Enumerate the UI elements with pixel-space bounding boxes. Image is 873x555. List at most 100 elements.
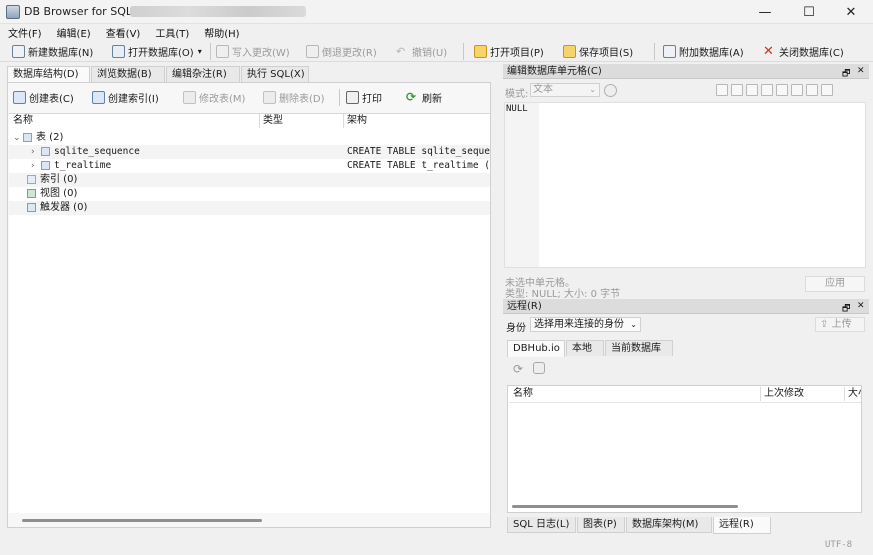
- column-divider[interactable]: [844, 387, 845, 401]
- write-changes-icon: [216, 45, 229, 58]
- horizontal-scrollbar[interactable]: [512, 505, 738, 508]
- edit-cell-title: 编辑数据库单元格(C): [507, 66, 602, 77]
- tab-browse-data[interactable]: 浏览数据(B): [91, 66, 165, 82]
- column-divider[interactable]: [259, 114, 260, 128]
- tree-row-t-realtime[interactable]: › t_realtime CREATE TABLE t_realtime (ID: [9, 159, 490, 173]
- import-icon[interactable]: [716, 84, 728, 96]
- write-changes-label: 写入更改(W): [232, 48, 290, 59]
- column-header-name[interactable]: 名称: [13, 114, 33, 128]
- open-database-dropdown-icon[interactable]: ▾: [198, 47, 202, 56]
- print-button[interactable]: 打印: [346, 89, 382, 106]
- tree-row-tables[interactable]: ⌄ 表 (2): [9, 131, 490, 145]
- open-external-icon[interactable]: [776, 84, 788, 96]
- mode-select[interactable]: 文本 ⌄: [530, 83, 600, 97]
- new-database-button[interactable]: 新建数据库(N): [12, 43, 93, 60]
- mode-value: 文本: [533, 84, 553, 95]
- float-panel-icon[interactable]: 🗗: [842, 66, 850, 82]
- remote-title: 远程(R): [507, 301, 542, 312]
- toolbar-separator: [654, 43, 655, 60]
- tab-current-database[interactable]: 当前数据库: [605, 340, 673, 356]
- attach-database-label: 附加数据库(A): [679, 48, 744, 59]
- create-table-label: 创建表(C): [29, 94, 74, 105]
- float-panel-icon[interactable]: 🗗: [842, 301, 850, 317]
- revert-changes-button[interactable]: 倒退更改(R): [306, 43, 377, 60]
- refresh-icon[interactable]: ⟳: [513, 362, 523, 376]
- tab-local[interactable]: 本地: [566, 340, 604, 356]
- minimize-button[interactable]: —: [743, 0, 787, 24]
- apply-button[interactable]: 应用: [805, 276, 865, 292]
- close-button[interactable]: ✕: [829, 0, 873, 24]
- tree-row-indexes[interactable]: 索引 (0): [9, 173, 490, 187]
- upload-icon: ⇪: [820, 319, 829, 330]
- modify-table-button[interactable]: 修改表(M): [183, 89, 245, 106]
- tab-db-schema[interactable]: 数据库架构(M): [626, 517, 712, 533]
- tab-sql-log[interactable]: SQL 日志(L): [507, 517, 576, 533]
- clone-database-icon[interactable]: [533, 362, 545, 374]
- create-index-label: 创建索引(I): [108, 94, 159, 105]
- main-toolbar: 新建数据库(N) 打开数据库(O) ▾ 写入更改(W) 倒退更改(R) ↶ 撤销…: [0, 40, 873, 62]
- word-wrap-icon[interactable]: [761, 84, 773, 96]
- undo-button[interactable]: ↶ 撤销(U): [396, 43, 447, 60]
- editor-toolbar: [713, 84, 833, 99]
- chevron-right-icon[interactable]: ›: [31, 145, 41, 159]
- tree-row-sqlite-sequence[interactable]: › sqlite_sequence CREATE TABLE sqlite_seq…: [9, 145, 490, 159]
- refresh-label: 刷新: [422, 94, 442, 105]
- delete-table-button[interactable]: 删除表(D): [263, 89, 325, 106]
- tab-execute-sql[interactable]: 执行 SQL(X): [241, 66, 309, 82]
- maximize-button[interactable]: ☐: [787, 0, 831, 24]
- column-header-schema[interactable]: 架构: [347, 114, 367, 128]
- close-panel-icon[interactable]: ✕: [857, 66, 865, 76]
- settings-icon[interactable]: [806, 84, 818, 96]
- structure-toolbar: 创建表(C) 创建索引(I) 修改表(M) 删除表(D) 打印 ⟳ 刷新: [8, 87, 490, 107]
- remote-file-list[interactable]: 名称 上次修改 大小: [507, 385, 862, 513]
- horizontal-scrollbar[interactable]: [22, 519, 262, 522]
- tab-plot[interactable]: 图表(P): [577, 517, 625, 533]
- save-icon[interactable]: [791, 84, 803, 96]
- cell-value: NULL: [506, 104, 528, 114]
- tab-dbhub[interactable]: DBHub.io: [507, 340, 565, 357]
- view-icon: [27, 188, 36, 198]
- tab-database-structure[interactable]: 数据库结构(D): [7, 66, 90, 83]
- chevron-right-icon[interactable]: ›: [31, 159, 41, 173]
- save-project-button[interactable]: 保存项目(S): [563, 43, 633, 60]
- attach-database-button[interactable]: 附加数据库(A): [663, 43, 744, 60]
- column-header-last-modified[interactable]: 上次修改: [764, 387, 804, 401]
- tab-remote[interactable]: 远程(R): [713, 517, 771, 534]
- refresh-icon: ⟳: [406, 90, 417, 104]
- column-header-type[interactable]: 类型: [263, 114, 283, 128]
- modify-table-icon: [183, 91, 196, 104]
- cell-type-info: 类型: NULL; 大小: 0 字节: [505, 289, 621, 300]
- open-database-button[interactable]: 打开数据库(O) ▾: [112, 43, 202, 60]
- menu-file[interactable]: 文件(F): [8, 25, 42, 40]
- export-icon[interactable]: [731, 84, 743, 96]
- tree-row-views[interactable]: 视图 (0): [9, 187, 490, 201]
- printer-icon: [346, 91, 359, 104]
- chevron-down-icon[interactable]: ⌄: [13, 131, 23, 145]
- create-table-button[interactable]: 创建表(C): [13, 89, 74, 106]
- upload-button[interactable]: ⇪ 上传: [815, 317, 865, 332]
- identity-select[interactable]: 选择用来连接的身份 ⌄: [530, 317, 641, 332]
- column-divider[interactable]: [760, 387, 761, 401]
- cell-editor[interactable]: NULL: [504, 102, 866, 268]
- write-changes-button[interactable]: 写入更改(W): [216, 43, 290, 60]
- menu-view[interactable]: 查看(V): [106, 25, 141, 40]
- create-index-button[interactable]: 创建索引(I): [92, 89, 159, 106]
- tree-row-triggers[interactable]: 触发器 (0): [9, 201, 490, 215]
- refresh-button[interactable]: ⟳ 刷新: [406, 89, 442, 106]
- column-divider[interactable]: [343, 114, 344, 128]
- column-header-name[interactable]: 名称: [513, 387, 533, 401]
- open-project-button[interactable]: 打开项目(P): [474, 43, 544, 60]
- schema-tree[interactable]: 名称 类型 架构 ⌄ 表 (2) › sqlite_sequence CREATE …: [9, 113, 490, 513]
- menu-help[interactable]: 帮助(H): [204, 25, 239, 40]
- tab-edit-pragmas[interactable]: 编辑杂注(R): [166, 66, 240, 82]
- set-null-icon[interactable]: [746, 84, 758, 96]
- print-icon[interactable]: [821, 84, 833, 96]
- close-panel-icon[interactable]: ✕: [857, 301, 865, 311]
- menu-tools[interactable]: 工具(T): [155, 25, 189, 40]
- column-header-size[interactable]: 大小: [848, 387, 861, 401]
- close-database-button[interactable]: ✕ 关闭数据库(C): [763, 43, 844, 60]
- tree-label: 索引 (0): [40, 174, 78, 185]
- toolbar-separator: [463, 43, 464, 60]
- menu-edit[interactable]: 编辑(E): [57, 25, 91, 40]
- auto-format-icon[interactable]: [604, 84, 617, 97]
